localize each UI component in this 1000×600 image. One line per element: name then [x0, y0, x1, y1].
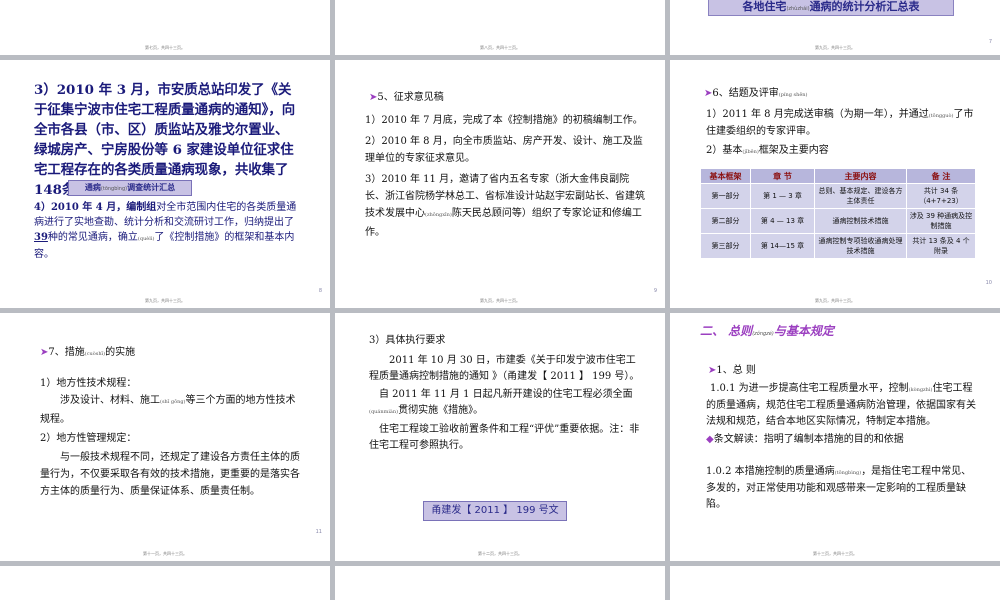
- body-text: 1）2010 年 7 月底，完成了本《控制措施》的初稿编制工作。 2）2010 …: [365, 115, 645, 238]
- slide-footer: 第十一页，共四十三页。: [143, 551, 187, 556]
- document-reference-box: 甬建发【 2011 】 199 号文: [423, 501, 567, 521]
- body-text: 3）具体执行要求 2011 年 10 月 30 日，市建委《关于印发宁波市住宅工…: [369, 335, 640, 451]
- slide-thumbnail-6[interactable]: ➤6、结题及评审(píng shěn) 1）2011 年 8 月完成送审稿（为期…: [670, 60, 1000, 308]
- table-header: 备 注: [906, 168, 976, 184]
- body-text: 1.0.1 为进一步提高住宅工程质量水平，控制(kòngzhì)住宅工程的质量通…: [706, 383, 976, 510]
- section-heading: ➤7、措施(cuòshī)的实施: [40, 347, 136, 358]
- page-number: 10: [985, 280, 992, 286]
- body-text: 1）2011 年 8 月完成送审稿（为期一年），并通过(tōngguò)了市住建…: [706, 109, 974, 156]
- slide-thumbnail-11[interactable]: [335, 566, 665, 600]
- item-4-text: 4）2010 年 4 月，编制组对全市范围内住宅的各类质量通病进行了实地查勘、统…: [34, 202, 297, 260]
- slide-footer: 第七页，共四十三页。: [145, 45, 185, 50]
- slide-thumbnail-4[interactable]: 3）2010 年 3 月，市安质总站印发了《关于征集宁波市住宅工程质量通病的通知…: [0, 60, 330, 308]
- slide-footer: 第八页，共四十三页。: [480, 45, 520, 50]
- body-text: 1）地方性技术规程： 涉及设计、材料、施工(shī gōng)等三个方面的地方性…: [40, 378, 300, 497]
- slide-thumbnail-7[interactable]: ➤7、措施(cuòshī)的实施 1）地方性技术规程： 涉及设计、材料、施工(s…: [0, 313, 330, 561]
- survey-summary-box: 通病(tōngbìng)调查统计汇总: [68, 180, 192, 196]
- table-header: 基本框架: [700, 168, 751, 184]
- slide-footer: 第九页，共四十三页。: [815, 298, 855, 303]
- slide-footer: 第九页，共四十三页。: [815, 45, 855, 50]
- slide-thumbnail-5[interactable]: ➤5、征求意见稿 1）2010 年 7 月底，完成了本《控制措施》的初稿编制工作…: [335, 60, 665, 308]
- diamond-bullet-icon: ◆: [706, 434, 714, 445]
- slide-thumbnail-10[interactable]: [0, 566, 330, 600]
- slide-thumbnail-1[interactable]: 第七页，共四十三页。: [0, 0, 330, 55]
- table-row: 第二部分 第 4 — 13 章 通病控制技术措施 涉及 39 种通病及控制措施: [700, 208, 976, 234]
- table-row: 第一部分 第 1 — 3 章 总则、基本规定、建设各方主体责任 共计 34 条（…: [700, 183, 976, 209]
- section-heading: ➤1、总 则: [708, 365, 756, 376]
- slide-thumbnail-12[interactable]: [670, 566, 1000, 600]
- table-row: 第三部分 第 14—15 章 通病控制专项验收通病处理技术措施 共计 13 条及…: [700, 233, 976, 259]
- slide-footer: 第九页，共四十三页。: [145, 298, 185, 303]
- chapter-title: 二、 总则(zǒngzé)与基本规定: [700, 324, 834, 338]
- page-number: 9: [653, 288, 657, 294]
- slide-thumbnail-9[interactable]: 二、 总则(zǒngzé)与基本规定 ➤1、总 则 1.0.1 为进一步提高住宅…: [670, 313, 1000, 561]
- slide-footer: 第十二页，共四十三页。: [478, 551, 522, 556]
- section-heading: ➤6、结题及评审(píng shěn): [704, 88, 808, 99]
- slide-footer: 第九页，共四十三页。: [480, 298, 520, 303]
- page-number: 11: [315, 529, 322, 535]
- framework-table: 基本框架 章 节 主要内容 备 注 第一部分 第 1 — 3 章 总则、基本规定…: [700, 168, 976, 259]
- table-header: 章 节: [750, 168, 815, 184]
- table-header: 主要内容: [814, 168, 907, 184]
- page-number: 8: [318, 288, 322, 294]
- slide-footer: 第十三页，共四十三页。: [813, 551, 857, 556]
- section-heading: ➤5、征求意见稿: [369, 92, 444, 103]
- slide-thumbnail-8[interactable]: 3）具体执行要求 2011 年 10 月 30 日，市建委《关于印发宁波市住宅工…: [335, 313, 665, 561]
- summary-table-banner: 各地住宅(zhùzhái)通病的统计分析汇总表: [708, 0, 954, 16]
- slide-thumbnail-2[interactable]: 第八页，共四十三页。: [335, 0, 665, 55]
- slide-thumbnail-3[interactable]: 各地住宅(zhùzhái)通病的统计分析汇总表 7 第九页，共四十三页。: [670, 0, 1000, 55]
